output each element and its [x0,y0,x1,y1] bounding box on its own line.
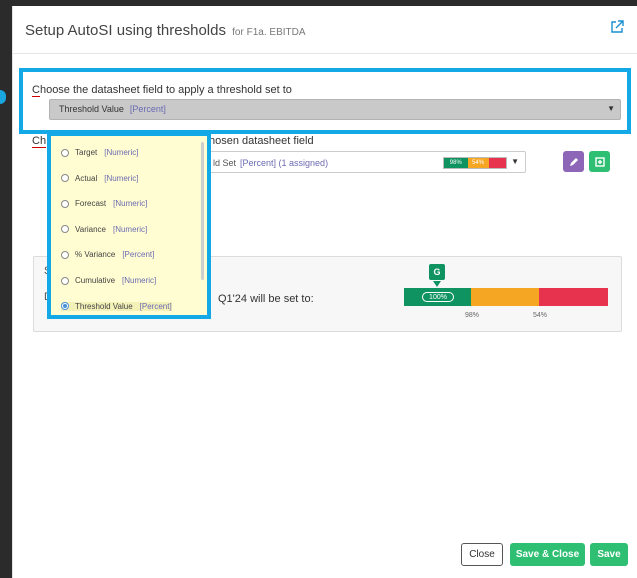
save-button[interactable]: Save [590,543,628,566]
threshold-set-label-end: hosen datasheet field [209,135,314,147]
pencil-icon [569,157,578,166]
threshold-preview-bar: 98% 54% [443,157,507,169]
dropdown-option-label: Variance [75,224,106,234]
dropdown-option-type: [Numeric] [122,276,157,285]
dropdown-option-label: Target [75,148,98,157]
tick-label-98: 98% [465,312,480,319]
dropdown-option[interactable]: Threshold Value [Percent] [61,301,172,311]
radio-icon [61,174,69,183]
caret-down-icon: ▼ [607,104,615,113]
field-select-label: Choose the datasheet field to apply a th… [32,84,292,97]
radio-icon [61,148,69,157]
dropdown-option-type: [Numeric] [104,173,139,183]
dropdown-option[interactable]: Cumulative [Numeric] [61,276,156,285]
window-frame-left [0,0,12,578]
datasheet-field-dropdown: Target [Numeric] Actual [Numeric] Forecast [N… [47,132,211,319]
add-threshold-button[interactable] [589,151,610,172]
radio-icon [61,302,69,311]
badge-pointer-icon [433,281,441,287]
tick-label-54: 54% [533,312,548,319]
save-and-close-button[interactable]: Save & Close [510,543,585,566]
datasheet-field-type: [Percent] [129,104,166,114]
close-button[interactable]: Close [461,543,503,566]
dropdown-option[interactable]: % Variance [Percent] [61,250,154,259]
preview-description: Q1'24 will be set to: [218,293,314,305]
dropdown-option-type: [Numeric] [113,199,148,209]
result-bar-segment [471,288,539,306]
dropdown-option-label: Actual [75,173,98,183]
result-bar-segment: 100% [404,288,472,306]
dialog-subtitle: for F1a. EBITDA [232,27,306,38]
radio-icon [61,199,69,208]
dropdown-option-type: [Percent] [139,301,172,311]
radio-icon [61,250,69,259]
status-badge: G [429,264,445,280]
field-select-label-rest: hoose the datasheet field to apply a thr… [39,84,292,96]
mini-bar-segment: 54% [467,158,489,168]
datasheet-field-value: Threshold Value [59,104,124,114]
dropdown-option-type: [Numeric] [112,224,148,234]
threshold-set-value: ld Set [213,158,237,168]
dropdown-option[interactable]: Target [Numeric] [61,148,138,157]
current-value-pill: 100% [422,292,454,302]
threshold-set-select[interactable]: ld Set [Percent] (1 assigned) 98% 54% ▼ [206,151,526,173]
autosi-dialog: Setup AutoSI using thresholds for F1a. E… [12,6,637,578]
dialog-title: Setup AutoSI using thresholds for F1a. E… [25,22,306,39]
threshold-set-meta: [Percent] (1 assigned) [240,158,329,168]
dropdown-option[interactable]: Variance [Numeric] [61,225,147,234]
dialog-title-text: Setup AutoSI using thresholds [25,22,226,39]
datasheet-field-select[interactable]: Threshold Value [Percent] ▼ [49,99,621,120]
threshold-set-label-start: Ch [32,135,47,148]
dropdown-option-label: Threshold Value [75,301,133,311]
radio-icon [61,276,69,285]
radio-icon [61,225,69,234]
mini-bar-segment: 98% [444,158,468,168]
dropdown-option-label: % Variance [75,250,116,260]
threshold-result-bar: 100% [404,288,608,306]
external-link-icon[interactable] [610,20,624,34]
dropdown-option[interactable]: Actual [Numeric] [61,174,138,183]
caret-down-icon: ▼ [511,157,519,166]
mini-bar-segment [488,158,506,168]
edit-threshold-button[interactable] [563,151,584,172]
result-bar-segment [538,288,608,306]
dropdown-option-label: Forecast [75,199,107,209]
dropdown-option[interactable]: Forecast [Numeric] [61,199,147,208]
dropdown-option-type: [Numeric] [104,148,139,157]
dropdown-option-type: [Percent] [122,250,155,260]
field-select-label-first: C [32,84,40,97]
dropdown-option-label: Cumulative [75,276,116,285]
threshold-set-label: Ch hosen datasheet field [32,135,314,148]
plus-square-icon [594,156,605,167]
dropdown-scrollbar[interactable] [201,142,204,280]
dialog-header: Setup AutoSI using thresholds for F1a. E… [13,6,637,54]
threshold-set-text: ld Set [Percent] (1 assigned) [213,158,328,168]
